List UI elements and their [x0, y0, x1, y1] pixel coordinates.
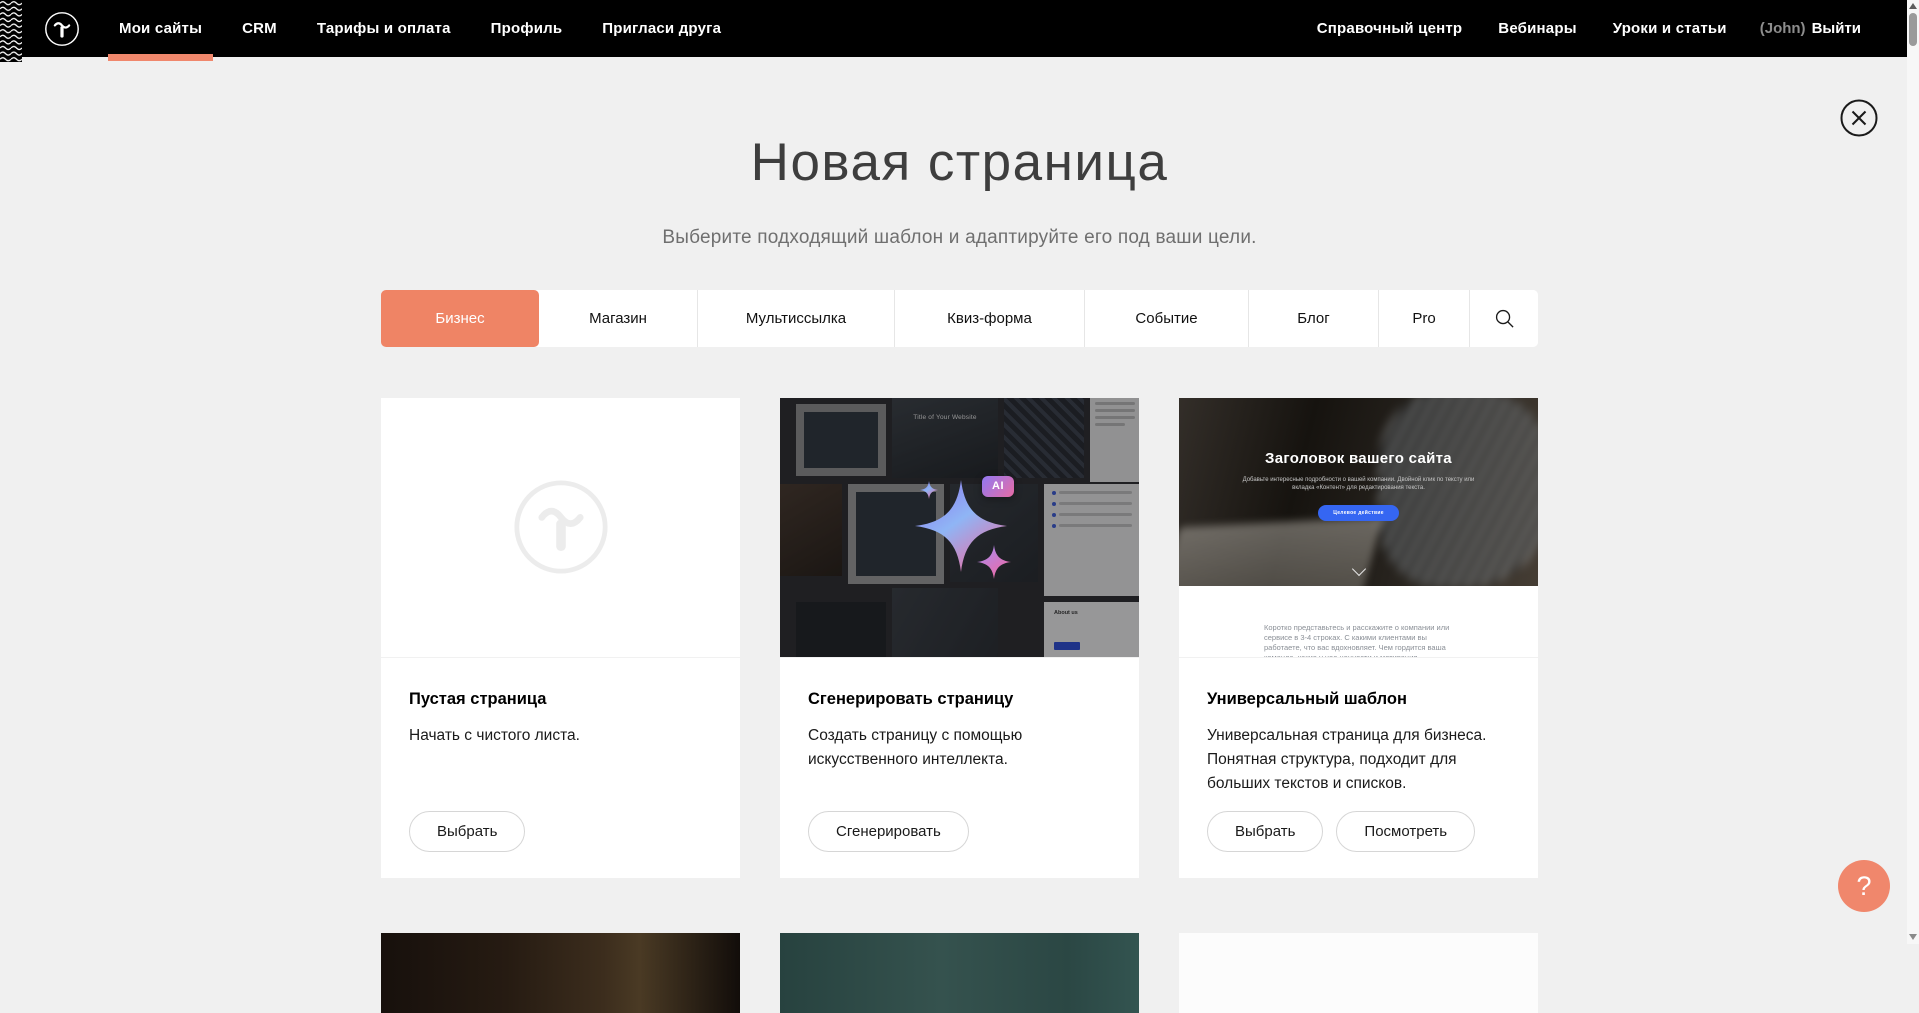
nav-item-my-sites[interactable]: Мои сайты — [116, 0, 205, 57]
card-description: Начать с чистого листа. — [409, 724, 712, 748]
tab-store[interactable]: Магазин — [539, 290, 698, 347]
scrollbar-down-arrow[interactable] — [1909, 934, 1917, 940]
tab-business[interactable]: Бизнес — [381, 290, 539, 347]
sparkle-icon-small — [977, 545, 1011, 579]
nav-item-crm[interactable]: CRM — [239, 0, 280, 57]
tilda-watermark-icon — [513, 479, 609, 575]
card-preview-partial[interactable] — [1179, 933, 1538, 1013]
search-icon — [1494, 308, 1515, 329]
nav-item-help-center[interactable]: Справочный центр — [1314, 0, 1466, 57]
preview-button[interactable]: Посмотреть — [1336, 811, 1475, 852]
tab-blog[interactable]: Блог — [1249, 290, 1379, 347]
scrollbar — [1907, 0, 1919, 944]
close-button[interactable] — [1840, 99, 1878, 137]
navbar-main-menu: Мои сайты CRM Тарифы и оплата Профиль Пр… — [116, 0, 724, 57]
template-hero-button: Целевое действие — [1318, 505, 1399, 521]
generate-button[interactable]: Сгенерировать — [808, 811, 969, 852]
card-title: Сгенерировать страницу — [808, 690, 1111, 709]
page-subtitle: Выберите подходящий шаблон и адаптируйте… — [381, 227, 1538, 249]
close-icon — [1840, 99, 1878, 137]
hero-photo-laptop — [1179, 516, 1383, 585]
card-description: Создать страницу с помощью искусственног… — [808, 724, 1111, 772]
universal-template-preview[interactable]: Заголовок вашего сайта Добавьте интересн… — [1179, 398, 1538, 658]
blank-page-preview[interactable] — [381, 398, 740, 658]
navbar-secondary-menu: Справочный центр Вебинары Уроки и статьи… — [1314, 0, 1861, 57]
card-blank-page: Пустая страница Начать с чистого листа. … — [381, 398, 740, 878]
top-navbar: Мои сайты CRM Тарифы и оплата Профиль Пр… — [0, 0, 1907, 57]
user-logout[interactable]: (John) Выйти — [1760, 0, 1861, 57]
nav-item-webinars[interactable]: Вебинары — [1495, 0, 1579, 57]
card-universal-template: Заголовок вашего сайта Добавьте интересн… — [1179, 398, 1538, 878]
nav-item-profile[interactable]: Профиль — [488, 0, 566, 57]
logout-link[interactable]: Выйти — [1812, 20, 1861, 37]
template-cards: Пустая страница Начать с чистого листа. … — [381, 398, 1538, 878]
user-name: (John) — [1760, 20, 1806, 37]
card-preview-partial[interactable] — [381, 933, 740, 1013]
template-hero-title: Заголовок вашего сайта — [1179, 398, 1538, 467]
select-button[interactable]: Выбрать — [409, 811, 525, 852]
ai-badge: AI — [982, 476, 1014, 497]
help-button[interactable]: ? — [1838, 860, 1890, 912]
tab-multilink[interactable]: Мультиссылка — [698, 290, 895, 347]
nav-item-invite-friend[interactable]: Пригласи друга — [599, 0, 724, 57]
card-generate-ai: Title of Your Website About us — [780, 398, 1139, 878]
card-preview-partial[interactable] — [780, 933, 1139, 1013]
tilda-logo-icon — [44, 11, 80, 47]
scrollbar-up-arrow[interactable] — [1909, 3, 1917, 9]
template-category-tabs: Бизнес Магазин Мультиссылка Квиз-форма С… — [381, 290, 1538, 347]
template-hero-subtitle: Добавьте интересные подробности о вашей … — [1234, 476, 1484, 492]
tab-event[interactable]: Событие — [1085, 290, 1249, 347]
search-tab[interactable] — [1470, 290, 1538, 347]
template-body-text: Коротко представьтесь и расскажите о ком… — [1179, 586, 1538, 658]
select-button[interactable]: Выбрать — [1207, 811, 1323, 852]
card-title: Пустая страница — [409, 690, 712, 709]
ai-collage-preview[interactable]: Title of Your Website About us — [780, 398, 1139, 658]
scrollbar-thumb[interactable] — [1909, 13, 1917, 46]
wave-pattern-decoration — [0, 0, 22, 62]
nav-item-lessons-articles[interactable]: Уроки и статьи — [1610, 0, 1730, 57]
tilda-logo[interactable] — [44, 11, 80, 47]
next-row-cards — [381, 933, 1538, 1013]
tab-pro[interactable]: Pro — [1379, 290, 1470, 347]
template-hero-section: Заголовок вашего сайта Добавьте интересн… — [1179, 398, 1538, 586]
nav-item-plans-payment[interactable]: Тарифы и оплата — [314, 0, 454, 57]
card-description: Универсальная страница для бизнеса. Поня… — [1207, 724, 1510, 796]
card-title: Универсальный шаблон — [1207, 690, 1510, 709]
tab-quiz-form[interactable]: Квиз-форма — [895, 290, 1085, 347]
